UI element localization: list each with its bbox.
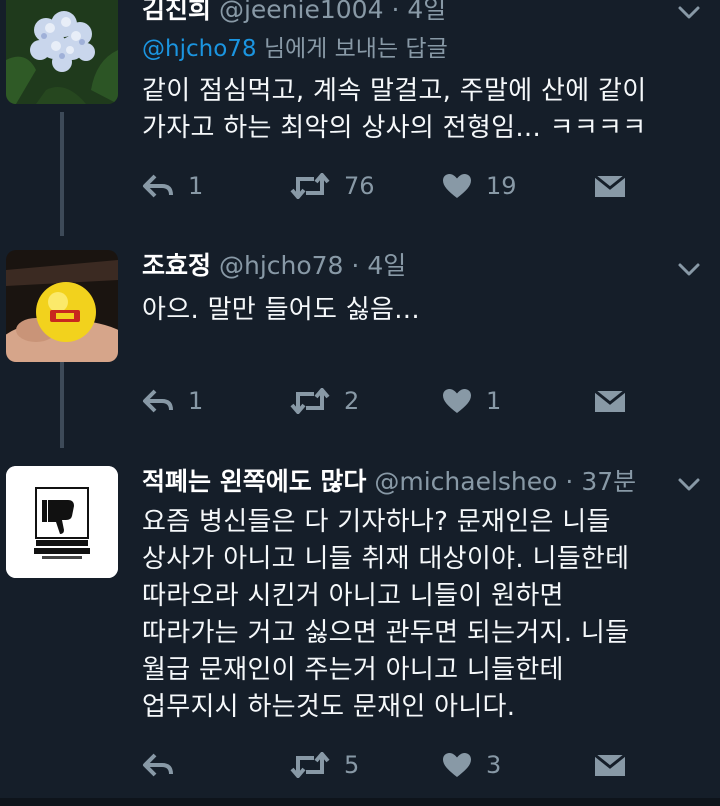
candle-photo-icon — [6, 250, 118, 362]
tweet-text-line: 따라가는 거고 싫으면 관두면 되는거지. 니들 — [142, 618, 630, 648]
author-name[interactable]: 적폐는 왼쪽에도 많다 — [142, 467, 366, 496]
reply-context: @hjcho78 님에게 보내는 답글 — [142, 34, 448, 64]
hydrangea-icon — [6, 0, 118, 104]
tweet-3[interactable]: 적폐는 왼쪽에도 많다 @michaelsheo · 37분 요즘 병신들은 다… — [0, 448, 720, 798]
avatar-thumbs-down-logo[interactable] — [6, 466, 118, 578]
thread-line — [60, 112, 64, 232]
reply-context-text: 님에게 보내는 답글 — [256, 36, 448, 62]
bottom-divider — [0, 798, 720, 806]
tweet-text: 요즘 병신들은 다 기자하나? 문재인은 니들 상사가 아니고 니들 취재 대상… — [142, 504, 702, 726]
retweet-button[interactable]: 2 — [290, 383, 359, 419]
direct-message-button[interactable] — [594, 383, 626, 419]
chevron-down-icon[interactable] — [676, 472, 702, 498]
avatar-candle[interactable] — [6, 250, 118, 362]
chevron-down-icon[interactable] — [676, 257, 702, 283]
tweet-text-line: 업무지시 하는것도 문재인 아니다. — [142, 692, 516, 722]
retweet-button[interactable]: 76 — [290, 168, 375, 204]
tweet-text-line: 같이 점심먹고, 계속 말걸고, 주말에 산에 같이 — [142, 76, 647, 106]
retweet-count: 2 — [344, 387, 360, 415]
tweet-header: 김진희 @jeenie1004 · 4일 — [142, 0, 672, 26]
author-handle[interactable]: @hjcho78 — [219, 251, 344, 280]
tweet-text-line: 월급 문재인이 주는거 아니고 니들한테 — [142, 655, 564, 685]
envelope-icon — [594, 389, 626, 412]
tweet-2[interactable]: 조효정 @hjcho78 · 4일 아으. 말만 들어도 싫음... 1 2 1 — [0, 220, 720, 448]
thread-line — [60, 362, 64, 448]
tweet-text-line: 요즘 병신들은 다 기자하나? 문재인은 니들 — [142, 507, 611, 537]
heart-icon — [443, 389, 471, 413]
tweet-header: 적폐는 왼쪽에도 많다 @michaelsheo · 37분 — [142, 466, 672, 498]
tweet-actions: 5 3 — [142, 747, 642, 783]
tweet-text-line: 따라오라 시킨거 아니고 니들이 원하면 — [142, 581, 564, 611]
reply-count: 1 — [188, 387, 204, 415]
author-name[interactable]: 조효정 — [142, 251, 211, 280]
like-button[interactable]: 1 — [442, 383, 501, 419]
reply-button[interactable] — [142, 747, 188, 783]
retweet-count: 5 — [344, 751, 360, 779]
tweet-time[interactable]: · 37분 — [565, 467, 636, 496]
retweet-icon — [290, 752, 330, 778]
retweet-count: 76 — [344, 172, 375, 200]
author-handle[interactable]: @michaelsheo — [374, 467, 557, 496]
like-button[interactable]: 19 — [442, 168, 517, 204]
reply-icon — [143, 389, 173, 413]
tweet-actions: 1 76 19 — [142, 168, 642, 204]
reply-icon — [143, 174, 173, 198]
like-count: 1 — [486, 387, 502, 415]
author-handle[interactable]: @jeenie1004 — [219, 0, 384, 24]
retweet-icon — [290, 173, 330, 199]
heart-icon — [443, 753, 471, 777]
tweet-actions: 1 2 1 — [142, 383, 642, 419]
tweet-header: 조효정 @hjcho78 · 4일 — [142, 250, 672, 282]
heart-icon — [443, 174, 471, 198]
envelope-icon — [594, 753, 626, 776]
direct-message-button[interactable] — [594, 747, 626, 783]
tweet-1[interactable]: 김진희 @jeenie1004 · 4일 @hjcho78 님에게 보내는 답글… — [0, 0, 720, 232]
tweet-text-line: 가자고 하는 최악의 상사의 전형임... ㅋㅋㅋㅋ — [142, 113, 647, 143]
like-count: 19 — [486, 172, 517, 200]
tweet-text: 같이 점심먹고, 계속 말걸고, 주말에 산에 같이 가자고 하는 최악의 상사… — [142, 73, 702, 147]
reply-icon — [143, 753, 173, 777]
tweet-time[interactable]: · 4일 — [351, 251, 406, 280]
reply-button[interactable]: 1 — [142, 168, 203, 204]
avatar-hydrangea[interactable] — [6, 0, 118, 104]
reply-mention-link[interactable]: @hjcho78 — [142, 36, 257, 62]
tweet-text: 아으. 말만 들어도 싫음... — [142, 292, 702, 329]
retweet-button[interactable]: 5 — [290, 747, 359, 783]
like-count: 3 — [486, 751, 502, 779]
tweet-time[interactable]: · 4일 — [391, 0, 446, 24]
chevron-down-icon[interactable] — [676, 0, 702, 26]
thumbs-down-icon — [6, 466, 118, 578]
tweet-text-line: 상사가 아니고 니들 취재 대상이야. 니들한테 — [142, 544, 630, 574]
like-button[interactable]: 3 — [442, 747, 501, 783]
reply-count: 1 — [188, 172, 204, 200]
envelope-icon — [594, 174, 626, 197]
thread-line — [60, 220, 64, 236]
author-name[interactable]: 김진희 — [142, 0, 211, 24]
retweet-icon — [290, 388, 330, 414]
direct-message-button[interactable] — [594, 168, 626, 204]
reply-button[interactable]: 1 — [142, 383, 203, 419]
tweet-text-line: 아으. 말만 들어도 싫음... — [142, 295, 420, 325]
